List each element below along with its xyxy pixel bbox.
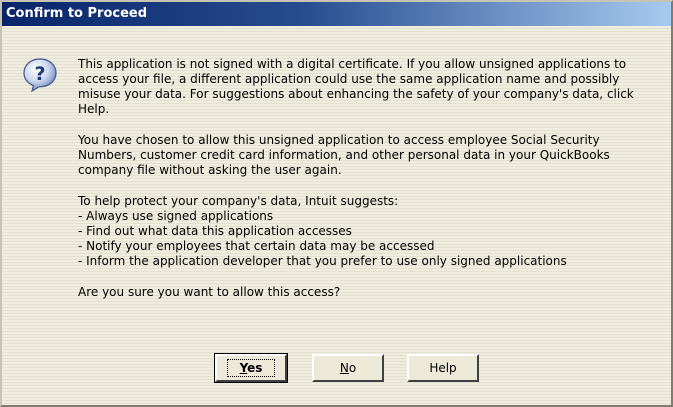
help-button-label: Help: [429, 361, 457, 375]
suggestions-heading: To help protect your company's data, Int…: [78, 194, 399, 208]
confirmation-question: Are you sure you want to allow this acce…: [78, 285, 341, 299]
help-button[interactable]: Help: [407, 354, 479, 382]
svg-text:?: ?: [34, 63, 45, 85]
message-body: This application is not signed with a di…: [78, 57, 658, 316]
yes-button[interactable]: Yes: [214, 353, 288, 383]
title-bar[interactable]: Confirm to Proceed: [2, 2, 671, 26]
confirm-dialog: Confirm to Proceed ? This application is…: [0, 0, 673, 407]
dialog-title: Confirm to Proceed: [6, 6, 148, 21]
consent-paragraph: You have chosen to allow this unsigned a…: [78, 133, 610, 177]
no-button[interactable]: No: [312, 354, 384, 382]
warning-paragraph: This application is not signed with a di…: [78, 57, 634, 116]
list-item: - Find out what data this application ac…: [78, 224, 352, 238]
list-item: - Always use signed applications: [78, 209, 274, 223]
question-icon: ?: [23, 58, 57, 93]
yes-button-label: Yes: [226, 359, 276, 377]
no-button-label: No: [339, 361, 357, 375]
suggestions-list: - Always use signed applications - Find …: [78, 209, 658, 269]
list-item: - Inform the application developer that …: [78, 254, 567, 268]
list-item: - Notify your employees that certain dat…: [78, 239, 435, 253]
